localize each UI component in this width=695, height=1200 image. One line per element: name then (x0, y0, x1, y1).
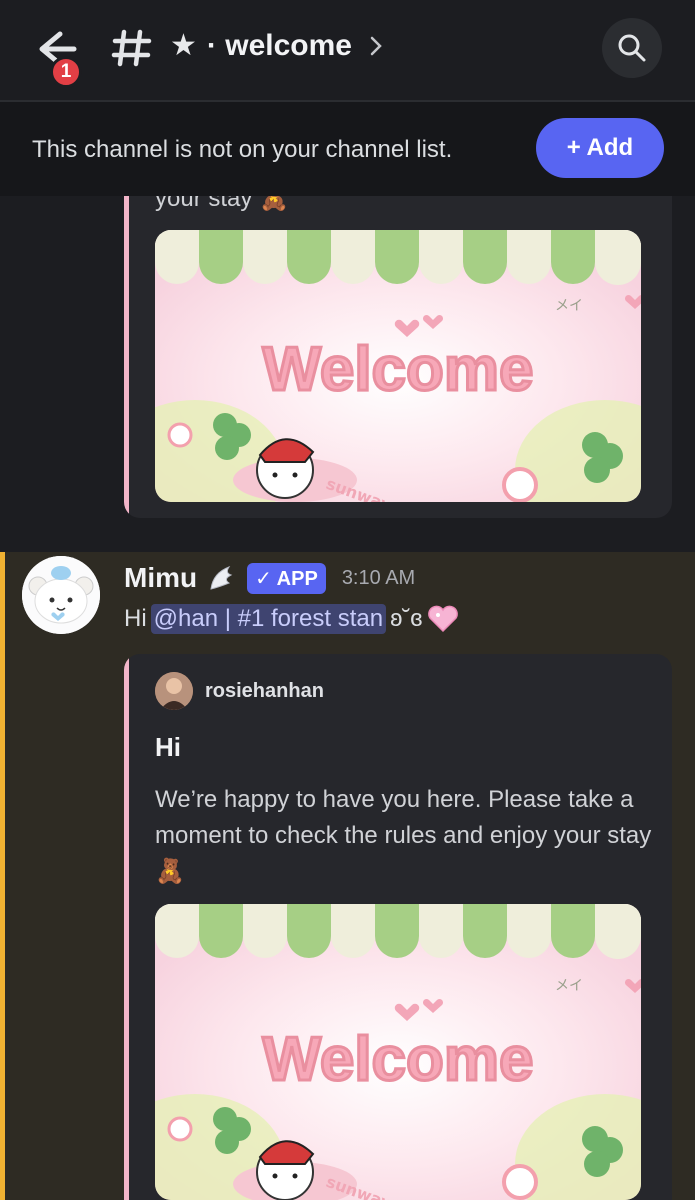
embed-author[interactable]: rosiehanhan (155, 672, 324, 710)
wing-icon (210, 565, 233, 590)
channel-name: · welcome (206, 28, 352, 62)
rich-embed: rosiehanhan Hi We’re happy to have you h… (124, 654, 672, 1200)
embed-color-bar (124, 654, 129, 1200)
unread-badge: 1 (50, 56, 82, 88)
embed-color-bar (124, 196, 129, 518)
character-emoji: 🧸 (259, 196, 289, 212)
message-author-row: Mimu ✓ APP 3:10 AM (124, 562, 415, 594)
svg-text:メイ: メイ (555, 978, 583, 994)
text-channel-hash-icon (111, 29, 152, 67)
timestamp: 3:10 AM (341, 566, 416, 589)
chevron-right-icon (370, 36, 382, 55)
user-mention[interactable]: @han | #1 forest stan (150, 604, 387, 634)
channel-title[interactable]: ★ · welcome (170, 28, 384, 63)
search-button[interactable] (602, 18, 662, 78)
author-name[interactable]: Mimu (124, 562, 197, 594)
embed-author-name: rosiehanhan (205, 679, 324, 702)
heart-emoji-icon (428, 605, 459, 633)
banner-text: This channel is not on your channel list… (32, 136, 453, 163)
greeting-text: Hi (124, 605, 147, 632)
emote-text: ʚ˘ɞ (390, 605, 423, 632)
previous-embed: your stay 🧸 Welcome メイ sunway (124, 196, 672, 518)
welcome-image[interactable]: Welcome メイ sunway (155, 230, 641, 502)
bear-avatar-icon (22, 556, 100, 634)
app-tag: ✓ APP (247, 562, 326, 594)
welcome-illustration: Welcome メイ sunway (155, 230, 641, 502)
svg-text:Welcome: Welcome (262, 335, 533, 404)
channel-header: 1 ★ · welcome (0, 0, 695, 102)
embed-description: We’re happy to have you here. Please tak… (155, 786, 652, 885)
avatar[interactable] (22, 556, 100, 634)
star-icon: ★ (170, 29, 197, 62)
embed-title: Hi (155, 732, 181, 762)
awning-stripes (155, 904, 641, 959)
add-channel-button[interactable]: + Add (536, 118, 664, 178)
welcome-image[interactable]: Welcome メイ sunway (155, 904, 641, 1200)
awning-stripes (155, 230, 641, 285)
embed-author-avatar (155, 672, 193, 710)
svg-text:メイ: メイ (555, 298, 583, 314)
character-emoji: 🧸 (155, 858, 185, 885)
welcome-illustration: Welcome メイ sunway (155, 904, 641, 1200)
message-content: Hi @han | #1 forest stan ʚ˘ɞ (124, 604, 460, 634)
embed-partial-text: your stay 🧸 (155, 196, 289, 213)
search-icon (618, 34, 646, 62)
svg-text:Welcome: Welcome (262, 1025, 533, 1094)
